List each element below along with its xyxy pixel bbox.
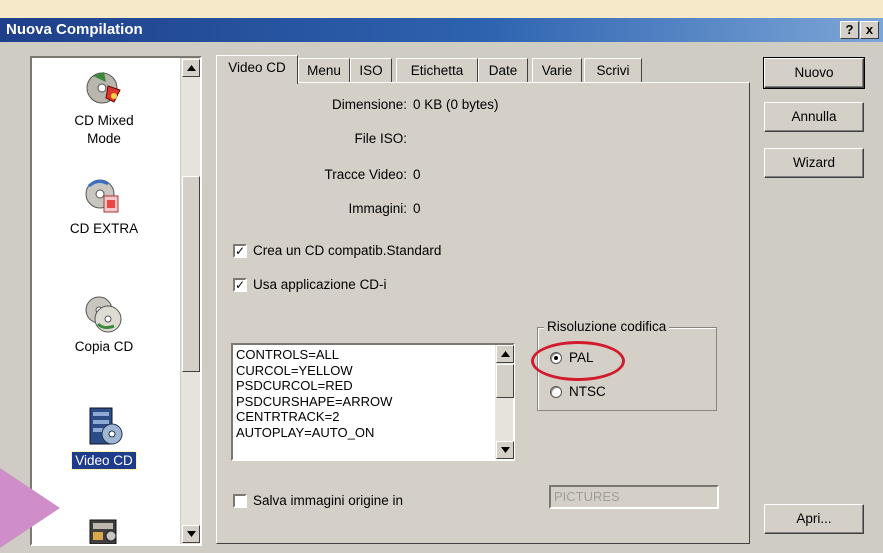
- settings-line: CONTROLS=ALL: [236, 347, 339, 362]
- window-title: Nuova Compilation: [6, 21, 143, 38]
- tab-scrivi[interactable]: Scrivi: [584, 58, 642, 83]
- background-strip: [0, 0, 883, 18]
- usa-cdi-label: Usa applicazione CD-i: [253, 277, 387, 292]
- nuova-compilation-dialog: Nuova Compilation ? x CD Mixed Mode CD EX…: [0, 18, 883, 553]
- scroll-up-button[interactable]: [182, 59, 200, 77]
- tracce-label: Tracce Video:: [324, 167, 407, 182]
- salva-immagini-checkbox-row[interactable]: Salva immagini origine in: [233, 493, 403, 508]
- textarea-scroll-thumb[interactable]: [496, 364, 514, 398]
- settings-line: AUTOPLAY=AUTO_ON: [236, 424, 375, 440]
- crea-cd-label: Crea un CD compatib.Standard: [253, 243, 442, 258]
- pictures-folder-field[interactable]: PICTURES: [549, 485, 719, 509]
- risoluzione-legend: Risoluzione codifica: [544, 319, 670, 334]
- textarea-scroll-down[interactable]: [496, 441, 514, 459]
- settings-line: CENTRTRACK=2: [236, 409, 340, 425]
- file-iso-label: File ISO:: [354, 131, 407, 146]
- help-button[interactable]: ?: [840, 21, 859, 39]
- pal-highlight-annotation: [531, 341, 625, 381]
- list-item-label: Video CD: [71, 451, 137, 470]
- arrow-down-icon: [500, 447, 510, 453]
- cd-extra-icon: [85, 179, 119, 213]
- list-item-label: CD Mixed Mode: [74, 113, 134, 146]
- ntsc-radio-row[interactable]: NTSC: [550, 384, 606, 399]
- nuovo-button[interactable]: Nuovo: [763, 57, 865, 89]
- settings-line: CURCOL=YELLOW: [236, 362, 353, 378]
- dimensione-value: 0 KB (0 bytes): [413, 97, 499, 112]
- textarea-scrollbar[interactable]: [495, 345, 514, 459]
- list-item-cd-mixed-mode[interactable]: CD Mixed Mode: [34, 68, 174, 148]
- arrow-up-icon: [186, 65, 196, 71]
- tab-video-cd[interactable]: Video CD: [216, 55, 298, 84]
- icon-list-scrollbar[interactable]: [180, 58, 200, 544]
- list-item-label: CD EXTRA: [69, 221, 139, 236]
- annulla-button[interactable]: Annulla: [764, 102, 864, 132]
- usa-cdi-checkbox[interactable]: ✓: [233, 277, 247, 292]
- tab-menu[interactable]: Menu: [298, 58, 350, 83]
- salva-immagini-checkbox[interactable]: [233, 493, 247, 508]
- ntsc-label: NTSC: [569, 384, 606, 399]
- usa-cdi-checkbox-row[interactable]: ✓ Usa applicazione CD-i: [233, 277, 387, 292]
- dimensione-row: Dimensione:: [217, 97, 407, 115]
- arrow-down-icon: [186, 531, 196, 537]
- list-item-copia-cd[interactable]: Copia CD: [34, 294, 174, 356]
- cd-mixed-mode-icon: [86, 72, 121, 104]
- video-cd-icon: [89, 407, 123, 445]
- tab-etichetta[interactable]: Etichetta: [396, 58, 478, 83]
- immagini-row: Immagini:: [217, 201, 407, 219]
- tracce-value: 0: [413, 167, 421, 182]
- tab-iso[interactable]: ISO: [350, 58, 392, 83]
- immagini-value: 0: [413, 201, 421, 216]
- close-button[interactable]: x: [860, 21, 879, 39]
- scroll-thumb[interactable]: [182, 176, 200, 372]
- immagini-label: Immagini:: [348, 201, 407, 216]
- wizard-button[interactable]: Wizard: [764, 148, 864, 178]
- list-item-cd-extra[interactable]: CD EXTRA: [34, 176, 174, 238]
- tab-date[interactable]: Date: [478, 58, 528, 83]
- crea-cd-checkbox[interactable]: ✓: [233, 243, 247, 258]
- scroll-down-button[interactable]: [182, 525, 200, 543]
- arrow-up-icon: [500, 351, 510, 357]
- salva-immagini-label: Salva immagini origine in: [253, 493, 404, 508]
- tracce-row: Tracce Video:: [217, 167, 407, 185]
- dimensione-label: Dimensione:: [331, 97, 407, 112]
- title-bar: Nuova Compilation: [0, 18, 883, 42]
- list-item-video-cd[interactable]: Video CD: [34, 406, 174, 470]
- copia-cd-icon: [85, 296, 122, 333]
- cdi-settings-textarea[interactable]: CONTROLS=ALL CURCOL=YELLOW PSDCURCOL=RED…: [231, 343, 515, 461]
- apri-button[interactable]: Apri...: [764, 504, 864, 534]
- video-file-icon: [89, 519, 117, 544]
- textarea-scroll-up[interactable]: [496, 345, 514, 363]
- tab-varie[interactable]: Varie: [532, 58, 582, 83]
- settings-line: PSDCURCOL=RED: [236, 378, 353, 394]
- file-iso-row: File ISO:: [217, 131, 407, 149]
- crea-cd-checkbox-row[interactable]: ✓ Crea un CD compatib.Standard: [233, 243, 441, 258]
- list-item-label: Copia CD: [74, 339, 134, 354]
- pointer-arrow-annotation: [0, 468, 60, 548]
- video-cd-panel: Dimensione: 0 KB (0 bytes) File ISO: Tra…: [216, 82, 750, 544]
- settings-line: PSDCURSHAPE=ARROW: [236, 393, 393, 409]
- ntsc-radio[interactable]: [550, 385, 562, 398]
